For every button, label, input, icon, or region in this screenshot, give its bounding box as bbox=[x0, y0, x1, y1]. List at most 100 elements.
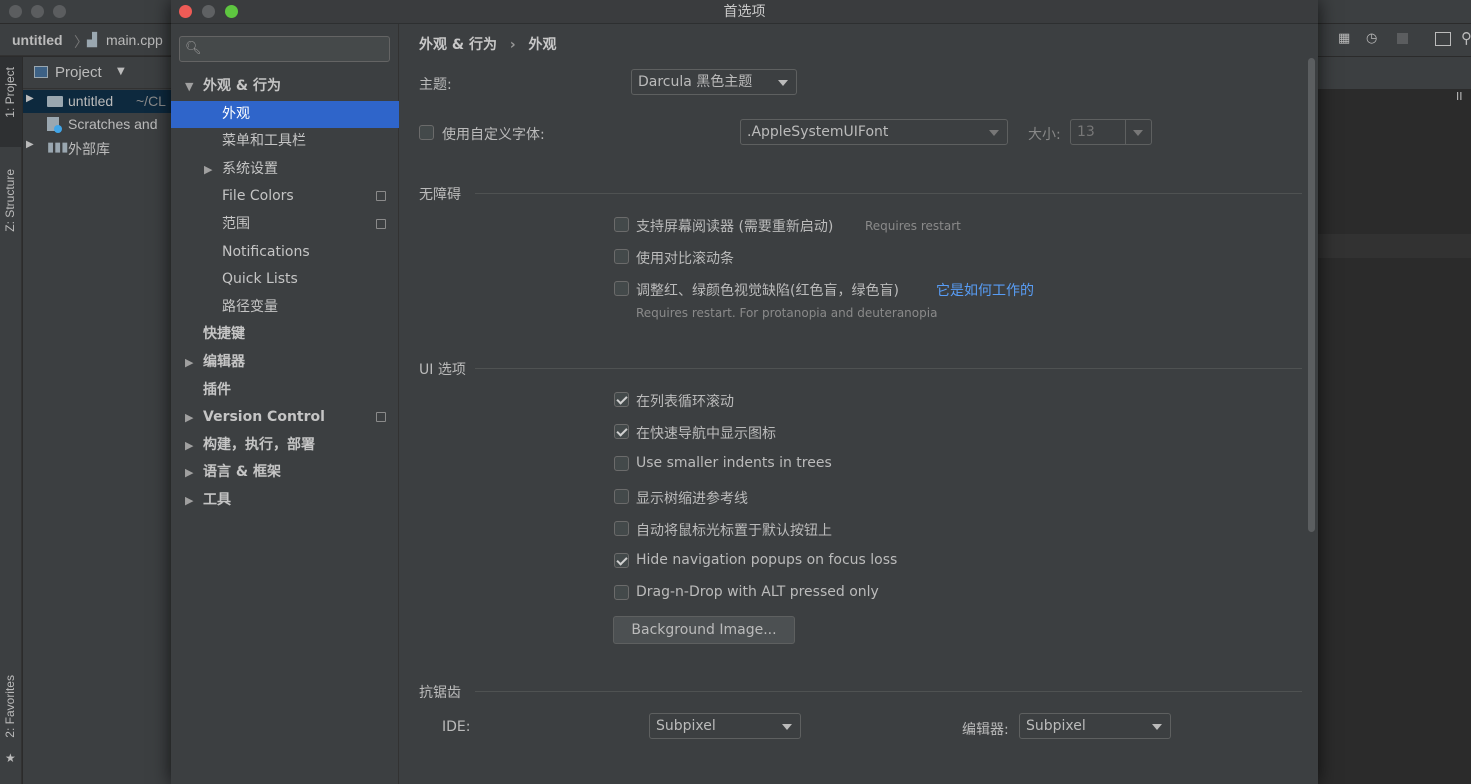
sidebar-item[interactable]: 路径变量 bbox=[171, 294, 399, 321]
dialog-close-button[interactable] bbox=[179, 5, 192, 18]
ui-option-label: 显示树缩进参考线 bbox=[636, 490, 748, 507]
tree-item-external-libraries[interactable]: ▶ ▮▮▮ 外部库 bbox=[23, 136, 173, 159]
ui-option-checkbox[interactable] bbox=[614, 488, 629, 504]
color-deficiency-label: 调整红、绿颜色视觉缺陷(红色盲，绿色盲) bbox=[636, 283, 899, 299]
project-panel-title[interactable]: Project bbox=[55, 64, 102, 81]
terminal-icon[interactable] bbox=[1435, 32, 1451, 46]
pause-icon[interactable]: II bbox=[1456, 90, 1463, 103]
tree-item-label: Scratches and bbox=[68, 116, 158, 132]
crumb-project[interactable]: untitled bbox=[12, 32, 63, 48]
font-size-select[interactable]: 13 bbox=[1070, 119, 1152, 145]
breadcrumb-parent[interactable]: 外观 & 行为 bbox=[419, 37, 497, 53]
dialog-minimize-button[interactable] bbox=[202, 5, 215, 18]
contrast-scrollbar-checkbox[interactable] bbox=[614, 249, 629, 264]
tool-tab-project[interactable]: 1: Project bbox=[3, 67, 17, 118]
sidebar-item[interactable]: ▶ 编辑器 bbox=[171, 349, 399, 376]
sidebar-item-label: 菜单和工具栏 bbox=[222, 133, 306, 150]
sidebar-item[interactable]: 插件 bbox=[171, 377, 399, 404]
chevron-down-icon[interactable]: ▼ bbox=[185, 73, 193, 100]
coverage-icon[interactable]: ◷ bbox=[1366, 31, 1377, 46]
settings-search-input[interactable]: 🔍︎ bbox=[179, 36, 390, 62]
expand-arrow-icon[interactable]: ▶ bbox=[26, 93, 34, 104]
ui-option-checkbox[interactable] bbox=[614, 520, 629, 536]
chevron-right-icon[interactable]: ▶ bbox=[185, 349, 193, 376]
crumb-separator-icon: 〉 bbox=[74, 34, 88, 50]
sidebar-item[interactable]: File Colors bbox=[171, 183, 399, 210]
chevron-right-icon[interactable]: ▶ bbox=[185, 432, 193, 459]
project-level-icon bbox=[376, 191, 386, 202]
sidebar-item[interactable]: ▶ 系统设置 bbox=[171, 156, 399, 183]
ide-close-light[interactable] bbox=[9, 5, 22, 18]
ide-antialiasing-value: Subpixel bbox=[656, 718, 716, 734]
sidebar-item[interactable]: ▶ Version Control bbox=[171, 404, 399, 431]
tree-item-untitled[interactable]: ▶ untitled ~/CL bbox=[23, 90, 173, 113]
chevron-right-icon[interactable]: ▶ bbox=[185, 404, 193, 431]
search-icon: 🔍︎ bbox=[185, 41, 202, 56]
sidebar-item[interactable]: ▶ 工具 bbox=[171, 487, 399, 514]
theme-label: 主题: bbox=[419, 77, 452, 93]
ui-option-checkbox[interactable] bbox=[614, 553, 629, 568]
tree-item-scratches[interactable]: Scratches and bbox=[23, 113, 173, 136]
font-select[interactable]: .AppleSystemUIFont bbox=[740, 119, 1008, 145]
sidebar-item[interactable]: ▼ 外观 & 行为 bbox=[171, 73, 399, 100]
screen-reader-checkbox[interactable] bbox=[614, 217, 629, 232]
chevron-down-icon[interactable]: ▼ bbox=[117, 66, 125, 77]
ide-antialiasing-select[interactable]: Subpixel bbox=[649, 713, 801, 739]
screen-reader-label: 支持屏幕阅读器 (需要重新启动) bbox=[636, 219, 834, 235]
expand-arrow-icon[interactable]: ▶ bbox=[26, 139, 34, 150]
stop-icon[interactable] bbox=[1397, 33, 1408, 44]
sidebar-item[interactable]: 外观 bbox=[171, 100, 399, 128]
chevron-right-icon[interactable]: ▶ bbox=[204, 156, 212, 183]
editor-antialiasing-value: Subpixel bbox=[1026, 718, 1086, 734]
chevron-right-icon[interactable]: ▶ bbox=[185, 459, 193, 486]
content-scrollbar[interactable] bbox=[1308, 58, 1315, 532]
sidebar-item-label: 语言 & 框架 bbox=[203, 464, 281, 481]
background-image-button[interactable]: Background Image... bbox=[613, 616, 795, 644]
combo-separator bbox=[1125, 120, 1126, 144]
ide-minimize-light[interactable] bbox=[31, 5, 44, 18]
editor-antialiasing-select[interactable]: Subpixel bbox=[1019, 713, 1171, 739]
dialog-titlebar: 首选项 bbox=[171, 0, 1318, 24]
section-divider bbox=[475, 193, 1302, 194]
sidebar-item[interactable]: ▶ 语言 & 框架 bbox=[171, 459, 399, 486]
sidebar-item[interactable]: 菜单和工具栏 bbox=[171, 128, 399, 155]
crumb-file[interactable]: main.cpp bbox=[106, 32, 163, 48]
custom-font-checkbox[interactable] bbox=[419, 125, 434, 140]
search-icon[interactable]: ⚲ bbox=[1461, 29, 1471, 47]
breadcrumb-current: 外观 bbox=[528, 37, 557, 53]
dialog-zoom-button[interactable] bbox=[225, 5, 238, 18]
editor-antialiasing-label: 编辑器: bbox=[962, 722, 1009, 738]
ui-options-section-title: UI 选项 bbox=[419, 362, 466, 378]
sidebar-item[interactable]: ▶ 构建，执行，部署 bbox=[171, 432, 399, 459]
tool-tab-favorites[interactable]: 2: Favorites bbox=[3, 675, 17, 738]
star-icon: ★ bbox=[5, 751, 16, 765]
sidebar-item-label: Version Control bbox=[203, 409, 325, 426]
project-icon bbox=[34, 66, 48, 78]
project-panel: Project ▼ ▶ untitled ~/CL Scratches and … bbox=[23, 57, 173, 784]
accessibility-section-title: 无障碍 bbox=[419, 187, 461, 203]
ide-zoom-light[interactable] bbox=[53, 5, 66, 18]
preferences-dialog: 首选项 🔍︎ ▼ 外观 & 行为 外观 菜单和工具栏 ▶ 系统设置 File Colors 范… bbox=[171, 0, 1318, 784]
ui-option-label: 在列表循环滚动 bbox=[636, 394, 734, 410]
ui-option-checkbox[interactable] bbox=[614, 392, 629, 407]
chevron-right-icon[interactable]: ▶ bbox=[185, 487, 193, 514]
sidebar-item-label: 外观 bbox=[222, 105, 250, 122]
sidebar-item[interactable]: 快捷键 bbox=[171, 321, 399, 348]
sidebar-item-label: 工具 bbox=[203, 492, 231, 508]
ui-option-checkbox[interactable] bbox=[614, 424, 629, 440]
tool-tab-structure[interactable]: Z: Structure bbox=[3, 169, 17, 232]
antialiasing-section-title: 抗锯齿 bbox=[419, 685, 461, 701]
sidebar-item[interactable]: Notifications bbox=[171, 239, 399, 266]
color-deficiency-checkbox[interactable] bbox=[614, 281, 629, 296]
ui-option-checkbox[interactable] bbox=[614, 585, 629, 601]
sidebar-item-label: Quick Lists bbox=[222, 271, 298, 288]
theme-value: Darcula 黑色主题 bbox=[638, 74, 753, 90]
theme-select[interactable]: Darcula 黑色主题 bbox=[631, 69, 797, 95]
ide-right-toolbar: ▦ ◷ ⚲ bbox=[1318, 24, 1471, 56]
sidebar-item[interactable]: 范围 bbox=[171, 211, 399, 238]
how-it-works-link[interactable]: 它是如何工作的 bbox=[936, 280, 1034, 300]
chevron-down-icon bbox=[1152, 724, 1162, 730]
debug-icon[interactable]: ▦ bbox=[1338, 31, 1350, 46]
sidebar-item[interactable]: Quick Lists bbox=[171, 266, 399, 293]
ui-option-checkbox[interactable] bbox=[614, 456, 629, 472]
